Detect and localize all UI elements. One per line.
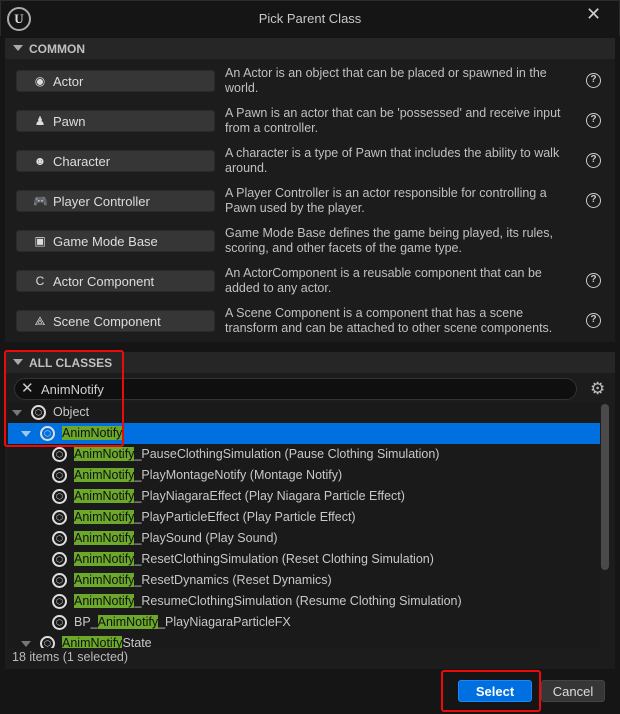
actor-icon: ◉ [34, 74, 46, 88]
help-icon[interactable]: ? [586, 153, 601, 168]
tree-row[interactable]: ⬡ AnimNotify_PauseClothingSimulation (Pau… [8, 444, 600, 465]
common-class-description: A character is a type of Pawn that inclu… [225, 146, 560, 175]
class-icon: ⬡ [52, 573, 67, 588]
common-class-button-game-mode-base[interactable]: ▣ Game Mode Base [16, 230, 215, 252]
class-icon: ⬡ [52, 447, 67, 462]
common-class-description: A Player Controller is an actor responsi… [225, 186, 547, 215]
tree-row-label: AnimNotify_PlayParticleEffect (Play Part… [74, 510, 356, 524]
tree-row[interactable]: ⬡ AnimNotifyState [8, 633, 600, 648]
common-class-button-player-controller[interactable]: 🎮 Player Controller [16, 190, 215, 212]
class-icon: ⬡ [52, 468, 67, 483]
tree-row-label: BP_AnimNotify_PlayNiagaraParticleFX [74, 615, 291, 629]
annotation-highlight-box [4, 350, 124, 447]
class-icon: ⬡ [52, 531, 67, 546]
common-class-button-actor-component[interactable]: C Actor Component [16, 270, 215, 292]
common-class-label: Pawn [53, 114, 86, 129]
help-icon[interactable]: ? [586, 73, 601, 88]
common-class-label: Scene Component [53, 314, 161, 329]
common-class-description: Game Mode Base defines the game being pl… [225, 226, 553, 255]
actor-component-icon: C [35, 274, 45, 288]
common-section-header[interactable]: COMMON [5, 38, 615, 59]
common-class-label: Actor Component [53, 274, 155, 289]
help-icon[interactable]: ? [586, 193, 601, 208]
tree-row[interactable]: ⬡ AnimNotify_PlaySound (Play Sound) [8, 528, 600, 549]
common-class-label: Game Mode Base [53, 234, 158, 249]
gear-icon[interactable]: ⚙ [590, 379, 605, 399]
common-class-label: Player Controller [53, 194, 150, 209]
common-class-label: Character [53, 154, 111, 169]
common-class-description: A Scene Component is a component that ha… [225, 306, 553, 335]
help-icon[interactable]: ? [586, 273, 601, 288]
gamepad-icon: 🎮 [33, 194, 48, 208]
tree-row-label: AnimNotify_PauseClothingSimulation (Paus… [74, 447, 440, 461]
common-class-label: Actor [53, 74, 84, 89]
class-icon: ⬡ [40, 636, 55, 648]
tree-scrollbar[interactable] [601, 404, 609, 570]
tree-row[interactable]: ⬡ AnimNotify_PlayMontageNotify (Montage N… [8, 465, 600, 486]
class-icon: ⬡ [52, 489, 67, 504]
common-class-description: An ActorComponent is a reusable componen… [225, 266, 542, 295]
close-icon[interactable]: ✕ [586, 4, 601, 25]
tree-row-label: AnimNotify_ResumeClothingSimulation (Res… [74, 594, 462, 608]
tree-row-label: AnimNotifyState [62, 636, 152, 648]
common-class-button-actor[interactable]: ◉ Actor [16, 70, 215, 92]
status-text: 18 items (1 selected) [12, 650, 129, 664]
common-class-description: A Pawn is an actor that can be 'possesse… [225, 106, 561, 135]
help-icon[interactable]: ? [586, 113, 601, 128]
tree-row[interactable]: ⬡ AnimNotify_ResumeClothingSimulation (Re… [8, 591, 600, 612]
common-header-label: COMMON [29, 42, 85, 56]
help-icon[interactable]: ? [586, 313, 601, 328]
cancel-button[interactable]: Cancel [541, 680, 605, 702]
character-icon: ☻ [33, 154, 47, 168]
class-icon: ⬡ [52, 510, 67, 525]
tree-row-label: AnimNotify_PlayNiagaraEffect (Play Niaga… [74, 489, 405, 503]
tree-row[interactable]: ⬡ BP_AnimNotify_PlayNiagaraParticleFX [8, 612, 600, 633]
tree-row[interactable]: ⬡ AnimNotify_PlayParticleEffect (Play Par… [8, 507, 600, 528]
expand-triangle-icon[interactable] [21, 641, 31, 647]
tree-row-label: AnimNotify_ResetClothingSimulation (Rese… [74, 552, 434, 566]
common-class-description: An Actor is an object that can be placed… [225, 66, 547, 95]
game-mode-icon: ▣ [34, 234, 46, 248]
class-icon: ⬡ [52, 615, 67, 630]
tree-row-label: AnimNotify_PlayMontageNotify (Montage No… [74, 468, 343, 482]
tree-row-label: AnimNotify_PlaySound (Play Sound) [74, 531, 278, 545]
common-class-button-character[interactable]: ☻ Character [16, 150, 215, 172]
tree-row[interactable]: ⬡ AnimNotify_ResetClothingSimulation (Res… [8, 549, 600, 570]
common-class-button-scene-component[interactable]: ⟁ Scene Component [16, 310, 215, 332]
scene-component-icon: ⟁ [34, 314, 46, 328]
tree-row-label: AnimNotify_ResetDynamics (Reset Dynamics… [74, 573, 332, 587]
pawn-icon: ♟ [34, 114, 46, 128]
class-icon: ⬡ [52, 594, 67, 609]
tree-row[interactable]: ⬡ AnimNotify_PlayNiagaraEffect (Play Niag… [8, 486, 600, 507]
collapse-triangle-icon [13, 45, 23, 51]
class-icon: ⬡ [52, 552, 67, 567]
common-class-button-pawn[interactable]: ♟ Pawn [16, 110, 215, 132]
tree-row[interactable]: ⬡ AnimNotify_ResetDynamics (Reset Dynamic… [8, 570, 600, 591]
dialog-title: Pick Parent Class [258, 11, 362, 26]
annotation-highlight-box [441, 670, 541, 712]
